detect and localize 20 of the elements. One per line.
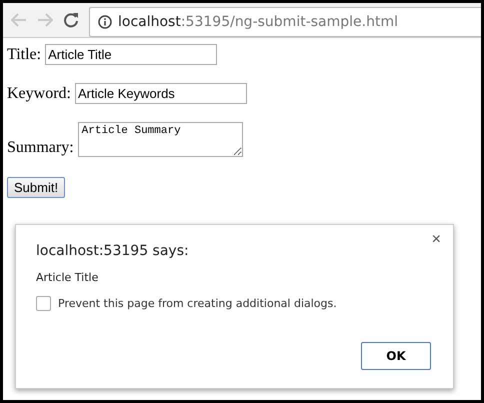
info-icon[interactable]: [98, 15, 112, 29]
reload-icon[interactable]: [63, 12, 79, 28]
text-field[interactable]: Article Keywords: [74, 83, 247, 104]
address-path: :53195/ng-submit-sample.html: [180, 14, 398, 30]
address-host: localhost: [118, 14, 181, 30]
field-label: Keyword:: [7, 84, 71, 102]
close-button[interactable]: ×: [430, 231, 443, 249]
dialog-title: localhost:53195 says:: [36, 243, 190, 259]
field-label: Summary:: [7, 139, 74, 157]
field-label: Title:: [7, 46, 42, 64]
ok-button[interactable]: OK: [361, 342, 431, 370]
text-area[interactable]: Article Summary: [78, 122, 243, 157]
address-bar[interactable]: localhost:53195/ng-submit-sample.html: [89, 7, 481, 37]
text-field[interactable]: Article Title: [45, 44, 218, 65]
checkbox[interactable]: [36, 296, 51, 311]
back-icon[interactable]: [11, 13, 27, 27]
checkbox-label: Prevent this page from creating additional dialogs.: [58, 297, 337, 310]
submit-button[interactable]: Submit!: [7, 177, 66, 198]
dialog-message: Article Title: [36, 271, 100, 284]
forward-icon[interactable]: [37, 13, 53, 27]
